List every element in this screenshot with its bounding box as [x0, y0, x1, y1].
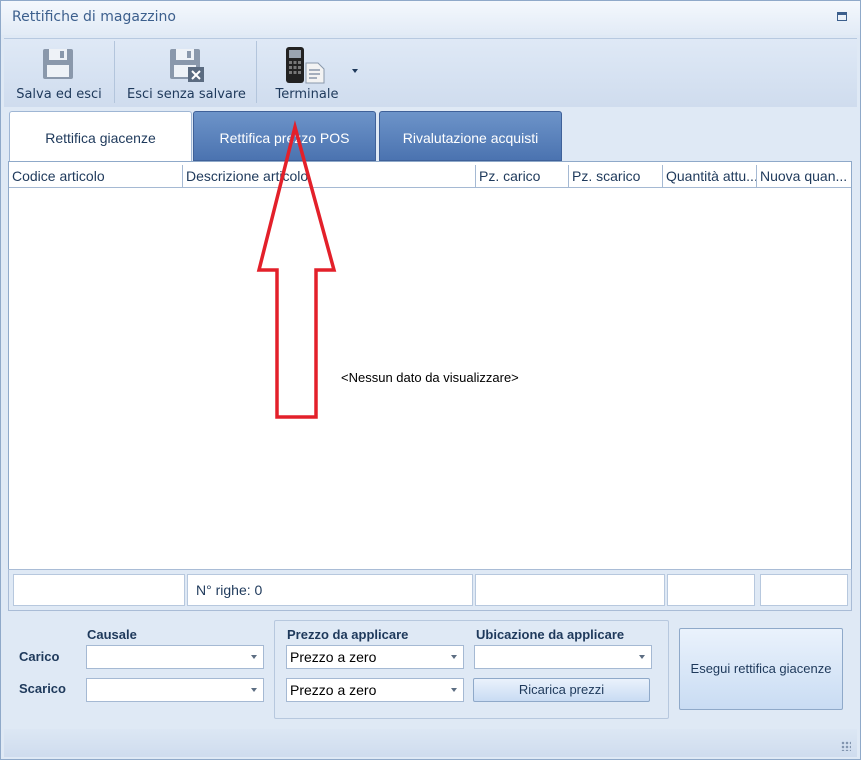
tab-rettifica-giacenze[interactable]: Rettifica giacenze — [9, 111, 192, 161]
chevron-down-icon[interactable] — [251, 655, 257, 659]
prezzo-carico-value: Prezzo a zero — [290, 649, 377, 665]
empty-grid-message: <Nessun dato da visualizzare> — [341, 370, 519, 385]
prezzo-label: Prezzo da applicare — [287, 627, 409, 642]
tab-rettifica-prezzo-pos[interactable]: Rettifica prezzo POS — [193, 111, 376, 161]
scarico-label: Scarico — [19, 681, 66, 696]
status-bar — [4, 729, 857, 757]
chevron-down-icon[interactable] — [352, 69, 358, 73]
column-header[interactable]: Quantità attu... — [663, 165, 757, 187]
maximize-button[interactable] — [837, 12, 847, 21]
chevron-down-icon[interactable] — [639, 655, 645, 659]
ubicazione-label: Ubicazione da applicare — [476, 627, 625, 642]
toolbar: Salva ed esci Esci senza salvare Termina… — [4, 38, 857, 107]
footer-cell — [667, 574, 755, 606]
row-count: N° righe: 0 — [187, 574, 473, 606]
chevron-down-icon[interactable] — [451, 688, 457, 692]
prezzo-carico-select[interactable]: Prezzo a zero — [286, 645, 464, 669]
prezzo-scarico-value: Prezzo a zero — [290, 682, 377, 698]
column-header[interactable]: Pz. carico — [476, 165, 569, 187]
adjustments-window: Rettifiche di magazzino Salva ed esci Es… — [0, 0, 861, 760]
data-grid[interactable]: Codice articolo Descrizione articolo Pz.… — [8, 161, 852, 571]
resize-grip-icon[interactable] — [841, 741, 851, 751]
floppy-save-icon — [43, 49, 73, 79]
chevron-down-icon[interactable] — [251, 688, 257, 692]
carico-label: Carico — [19, 649, 60, 664]
tab-strip: Rettifica giacenze Rettifica prezzo POS … — [4, 109, 857, 161]
floppy-cancel-icon — [170, 49, 204, 82]
footer-cell — [760, 574, 848, 606]
save-exit-button[interactable]: Salva ed esci — [4, 39, 114, 107]
grid-footer: N° righe: 0 — [8, 569, 852, 611]
footer-cell — [475, 574, 665, 606]
title-bar: Rettifiche di magazzino — [1, 1, 860, 35]
toolbar-separator — [114, 41, 115, 103]
terminal-dropdown-button[interactable]: Terminale — [262, 39, 362, 107]
column-header[interactable]: Codice articolo — [9, 165, 183, 187]
tab-rivalutazione-acquisti[interactable]: Rivalutazione acquisti — [379, 111, 562, 161]
chevron-down-icon[interactable] — [451, 655, 457, 659]
reload-prices-button[interactable]: Ricarica prezzi — [473, 678, 650, 702]
exit-without-save-button[interactable]: Esci senza salvare — [119, 39, 254, 107]
causale-label: Causale — [87, 627, 137, 642]
column-header[interactable]: Descrizione articolo — [183, 165, 476, 187]
footer-cell — [13, 574, 185, 606]
window-title: Rettifiche di magazzino — [12, 9, 176, 25]
grid-header: Codice articolo Descrizione articolo Pz.… — [9, 165, 851, 188]
exit-without-save-label: Esci senza salvare — [127, 87, 246, 102]
carico-causale-select[interactable] — [86, 645, 264, 669]
execute-adjustment-button[interactable]: Esegui rettifica giacenze — [679, 628, 843, 710]
save-exit-label: Salva ed esci — [16, 87, 102, 102]
prezzo-scarico-select[interactable]: Prezzo a zero — [286, 678, 464, 702]
ubicazione-select[interactable] — [474, 645, 652, 669]
column-header[interactable]: Nuova quan... — [757, 165, 851, 187]
terminal-label: Terminale — [275, 87, 339, 102]
scarico-causale-select[interactable] — [86, 678, 264, 702]
handheld-terminal-icon — [286, 47, 325, 84]
column-header[interactable]: Pz. scarico — [569, 165, 663, 187]
